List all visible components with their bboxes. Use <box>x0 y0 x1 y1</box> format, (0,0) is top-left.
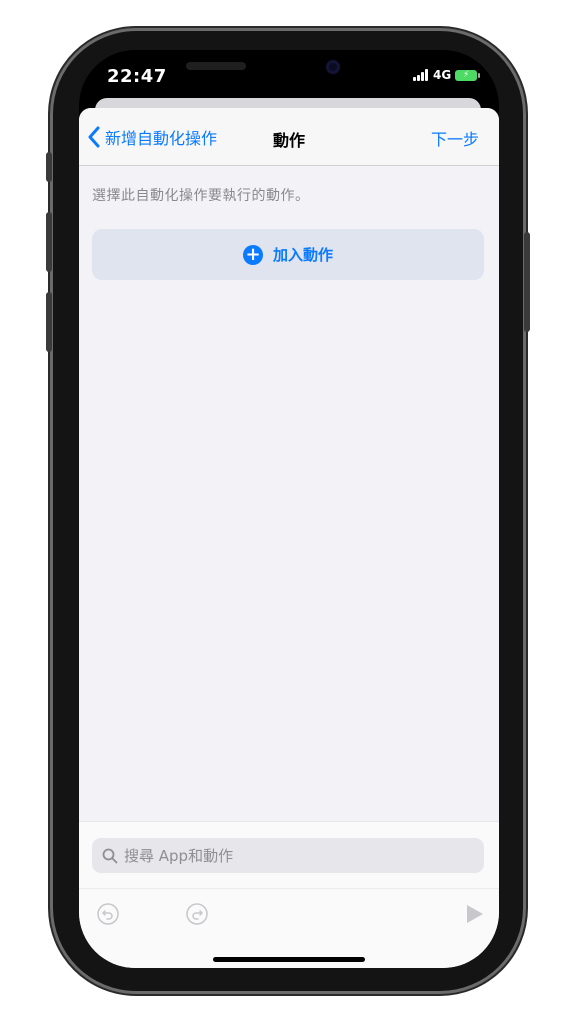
undo-icon <box>97 903 119 925</box>
front-camera <box>326 60 340 74</box>
battery-icon: ⚡ <box>455 69 481 81</box>
speaker-grille <box>186 62 246 70</box>
add-action-label: 加入動作 <box>272 246 333 264</box>
redo-icon <box>186 903 208 925</box>
signal-icon <box>413 69 429 81</box>
navigation-bar: 新增自動化操作 動作 下一步 <box>79 108 499 166</box>
run-button[interactable] <box>462 902 486 926</box>
undo-button[interactable] <box>96 902 120 926</box>
plus-circle-icon: + <box>242 244 263 265</box>
action-search-panel: 搜尋 App和動作 <box>79 821 499 968</box>
instruction-text: 選擇此自動化操作要執行的動作。 <box>92 188 310 204</box>
network-type: 4G <box>433 68 452 82</box>
search-placeholder: 搜尋 App和動作 <box>124 847 234 865</box>
redo-button[interactable] <box>185 902 209 926</box>
status-time: 22:47 <box>107 66 167 87</box>
mute-switch <box>46 152 52 182</box>
next-button[interactable]: 下一步 <box>431 126 479 150</box>
search-field[interactable]: 搜尋 App和動作 <box>92 838 484 873</box>
home-indicator[interactable] <box>213 957 365 962</box>
volume-down-button <box>46 292 52 352</box>
actions-sheet: 新增自動化操作 動作 下一步 選擇此自動化操作要執行的動作。 + 加入動作 搜尋… <box>79 108 499 968</box>
add-action-button[interactable]: + 加入動作 <box>92 229 484 280</box>
toolbar-divider <box>79 888 499 889</box>
search-icon <box>102 848 118 863</box>
status-indicators: 4G ⚡ <box>413 68 481 82</box>
volume-up-button <box>46 212 52 272</box>
play-icon <box>467 905 483 923</box>
power-button <box>524 232 530 332</box>
